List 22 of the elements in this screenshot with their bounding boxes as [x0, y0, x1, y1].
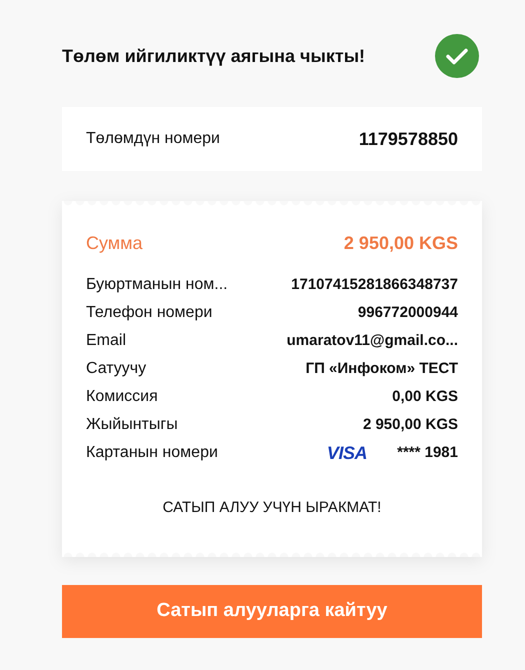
back-to-purchases-button[interactable]: Сатып алууларга кайтуу — [62, 584, 482, 638]
page-title: Төлөм ийгиликтүү аягына чыкты! — [62, 44, 366, 68]
detail-label: Сатуучу — [86, 359, 146, 379]
detail-label: Картанын номери — [86, 443, 218, 463]
payment-number-label: Төлөмдүн номери — [86, 129, 220, 149]
detail-label: Буюртманын ном... — [86, 275, 228, 295]
detail-label: Жыйынтыгы — [86, 415, 178, 435]
detail-value: 0,00 KGS — [392, 386, 458, 407]
detail-value: umaratov11@gmail.co... — [286, 330, 458, 351]
detail-value: 2 950,00 KGS — [362, 414, 458, 435]
thank-you-text: САТЫП АЛУУ УЧҮН ЫРАКМАТ! — [162, 498, 382, 518]
detail-label: Телефон номери — [86, 303, 212, 323]
amount-label: Сумма — [86, 232, 143, 255]
detail-value: ГП «Инфоком» ТЕСТ — [306, 358, 458, 379]
payment-number-value: 1179578850 — [358, 128, 458, 150]
detail-value: 996772000944 — [358, 302, 458, 323]
amount-value: 2 950,00 KGS — [344, 232, 458, 255]
detail-value: 17107415281866348737 — [291, 274, 458, 295]
detail-label: Email — [86, 331, 126, 351]
detail-label: Комиссия — [86, 387, 158, 407]
detail-value: **** 1981 — [397, 442, 458, 463]
visa-logo: VISA — [326, 442, 368, 464]
